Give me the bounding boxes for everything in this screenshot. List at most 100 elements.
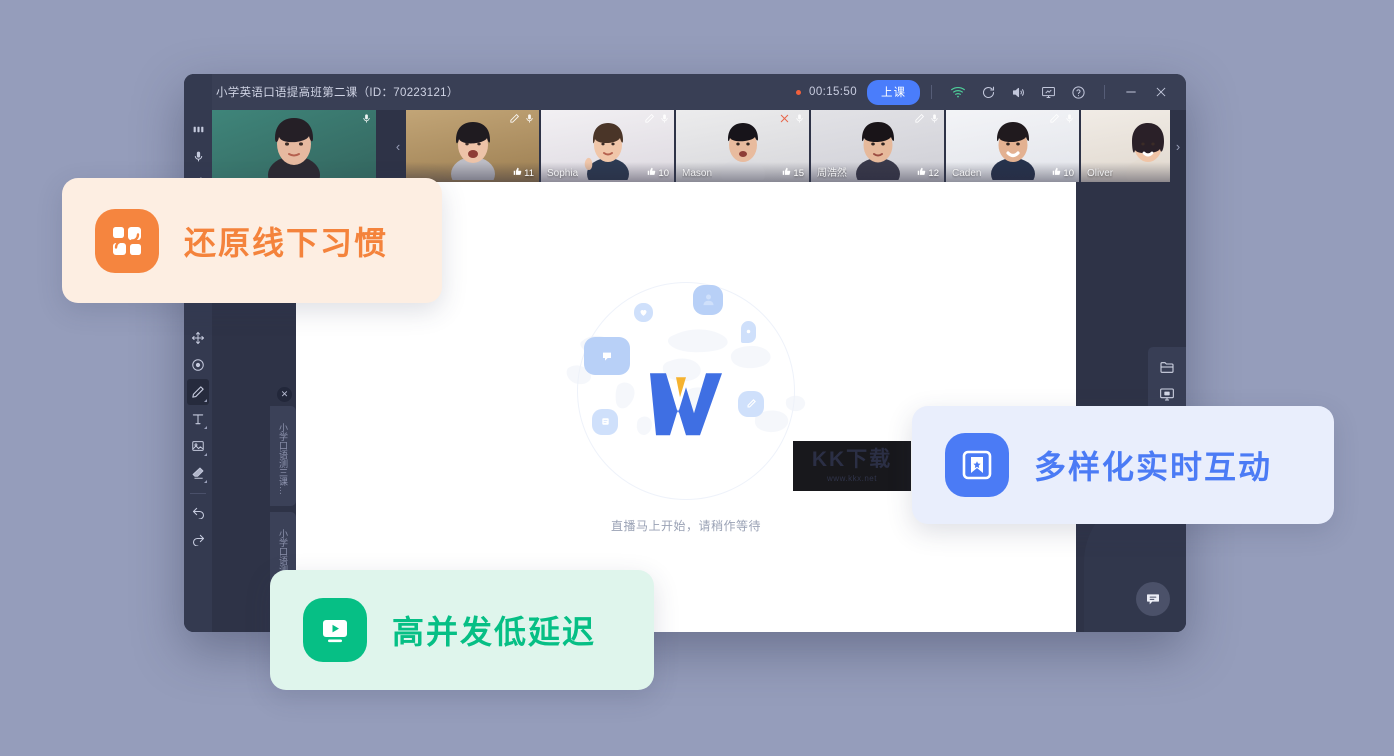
chat-pin-icon (584, 336, 630, 375)
microphone-icon[interactable] (929, 113, 940, 124)
student-name: 周浩然 (817, 168, 847, 179)
tile-icons[interactable] (509, 113, 535, 124)
image-icon[interactable] (187, 433, 209, 459)
video-thumbnail-strip: ‹ 11 Sophia 10 Mason 15 周浩然 12 Caden 10 … (212, 110, 1186, 182)
like-number: 12 (928, 167, 939, 179)
student-name: Caden (952, 168, 982, 179)
text-icon[interactable] (187, 406, 209, 432)
app-window: 小学英语口语提高班第二课（ID：70223121） 00:15:50 上课 ‹ … (184, 74, 1186, 632)
thumbs-up-icon (647, 167, 656, 179)
watermark-overlay: KK下载 www.kkx.net (793, 440, 911, 491)
microphone-icon[interactable] (187, 143, 209, 169)
select-circle-icon[interactable] (187, 352, 209, 378)
video-tile-student[interactable]: Mason 15 (676, 110, 809, 182)
student-name: Mason (682, 168, 713, 179)
like-count: 12 (917, 167, 939, 179)
video-tile-student[interactable]: 11 (406, 110, 539, 182)
student-tiles: 11 Sophia 10 Mason 15 周浩然 12 Caden 10 Ol… (406, 110, 1170, 182)
close-icon[interactable] (1146, 77, 1176, 107)
like-number: 15 (793, 167, 804, 179)
strip-prev-arrow[interactable]: ‹ (390, 110, 406, 182)
watermark-title: KK下载 (811, 447, 893, 471)
like-count: 15 (782, 167, 804, 179)
microphone-icon[interactable] (794, 113, 805, 124)
minimize-icon[interactable] (1116, 77, 1146, 107)
divider-2 (1104, 85, 1105, 99)
eraser-icon[interactable] (187, 460, 209, 486)
video-tile-student[interactable]: Sophia 10 (541, 110, 674, 182)
title-bar: 小学英语口语提高班第二课（ID：70223121） 00:15:50 上课 (184, 74, 1186, 110)
tile-icons[interactable] (779, 113, 805, 124)
video-play-icon (303, 598, 367, 662)
microphone-muted-icon[interactable] (779, 113, 790, 124)
move-icon[interactable] (187, 325, 209, 351)
pen-icon[interactable] (509, 113, 520, 124)
pencil-icon[interactable] (187, 379, 209, 405)
folder-icon[interactable] (1148, 353, 1186, 380)
brand-logo (640, 359, 732, 439)
like-count: 11 (513, 167, 534, 179)
thumbs-up-icon (917, 167, 926, 179)
tile-icons[interactable] (914, 113, 940, 124)
person-pin-icon (693, 284, 723, 315)
tile-icons[interactable] (1049, 113, 1075, 124)
screen-share-icon[interactable] (1033, 77, 1063, 107)
like-number: 10 (1063, 167, 1074, 179)
wifi-icon[interactable] (943, 77, 973, 107)
thumbs-up-icon (513, 167, 522, 179)
undo-icon[interactable] (187, 498, 209, 524)
strip-next-arrow[interactable]: › (1170, 110, 1186, 182)
recording-dot (796, 89, 802, 95)
waiting-caption: 直播马上开始，请稍作等待 (610, 518, 761, 533)
video-tile-teacher[interactable] (212, 110, 376, 182)
help-icon[interactable] (1063, 77, 1093, 107)
globe-illustration: KK下载 www.kkx.net (546, 281, 911, 511)
volume-icon[interactable] (1003, 77, 1033, 107)
video-tile-student[interactable]: Caden 10 (946, 110, 1079, 182)
microphone-icon[interactable] (1064, 113, 1075, 124)
like-count: 10 (647, 167, 669, 179)
feature-card-label: 多样化实时互动 (1034, 449, 1273, 485)
bookmark-star-icon (945, 433, 1009, 497)
divider (931, 85, 932, 99)
feature-card-latency[interactable]: 高并发低延迟 (270, 570, 654, 690)
edit-pin-icon (738, 390, 764, 417)
heart-pin-icon (634, 302, 653, 322)
like-number: 11 (524, 167, 534, 179)
refresh-icon[interactable] (973, 77, 1003, 107)
feature-card-offline[interactable]: 还原线下习惯 (62, 178, 442, 303)
pen-icon[interactable] (914, 113, 925, 124)
microphone-icon[interactable] (361, 113, 372, 124)
location-pin-icon (741, 320, 756, 343)
video-tile-student[interactable]: 周浩然 12 (811, 110, 944, 182)
pen-icon[interactable] (644, 113, 655, 124)
tile-icons[interactable] (361, 113, 372, 124)
class-timer: 00:15:50 (809, 86, 857, 98)
video-tile-student[interactable]: Oliver 14 (1081, 110, 1170, 182)
right-dock (1148, 347, 1186, 413)
chat-bubble-icon[interactable] (1136, 582, 1170, 616)
thumbs-up-icon (782, 167, 791, 179)
note-pin-icon (592, 408, 618, 435)
tile-icons[interactable] (644, 113, 670, 124)
teacher-video (212, 110, 376, 182)
like-number: 10 (658, 167, 669, 179)
microphone-icon[interactable] (659, 113, 670, 124)
close-doc-tab-button[interactable]: ✕ (277, 387, 292, 402)
feature-card-interactive[interactable]: 多样化实时互动 (912, 406, 1334, 524)
redo-icon[interactable] (187, 525, 209, 551)
window-title: 小学英语口语提高班第二课（ID：70223121） (216, 87, 459, 99)
thumbs-up-icon (1052, 167, 1061, 179)
feature-card-label: 高并发低延迟 (392, 614, 597, 650)
pen-icon[interactable] (1049, 113, 1060, 124)
watermark-url: www.kkx.net (827, 473, 877, 483)
layout-grid-icon[interactable] (187, 116, 209, 142)
microphone-icon[interactable] (524, 113, 535, 124)
student-name: Sophia (547, 168, 579, 179)
swap-blocks-icon (95, 208, 159, 273)
doc-tab[interactable]: 小学口语测三课… (270, 406, 296, 506)
start-class-button[interactable]: 上课 (867, 79, 920, 105)
feature-card-label: 还原线下习惯 (184, 224, 389, 261)
student-name: Oliver (1087, 168, 1114, 179)
screen-monitor-icon[interactable] (1148, 380, 1186, 407)
